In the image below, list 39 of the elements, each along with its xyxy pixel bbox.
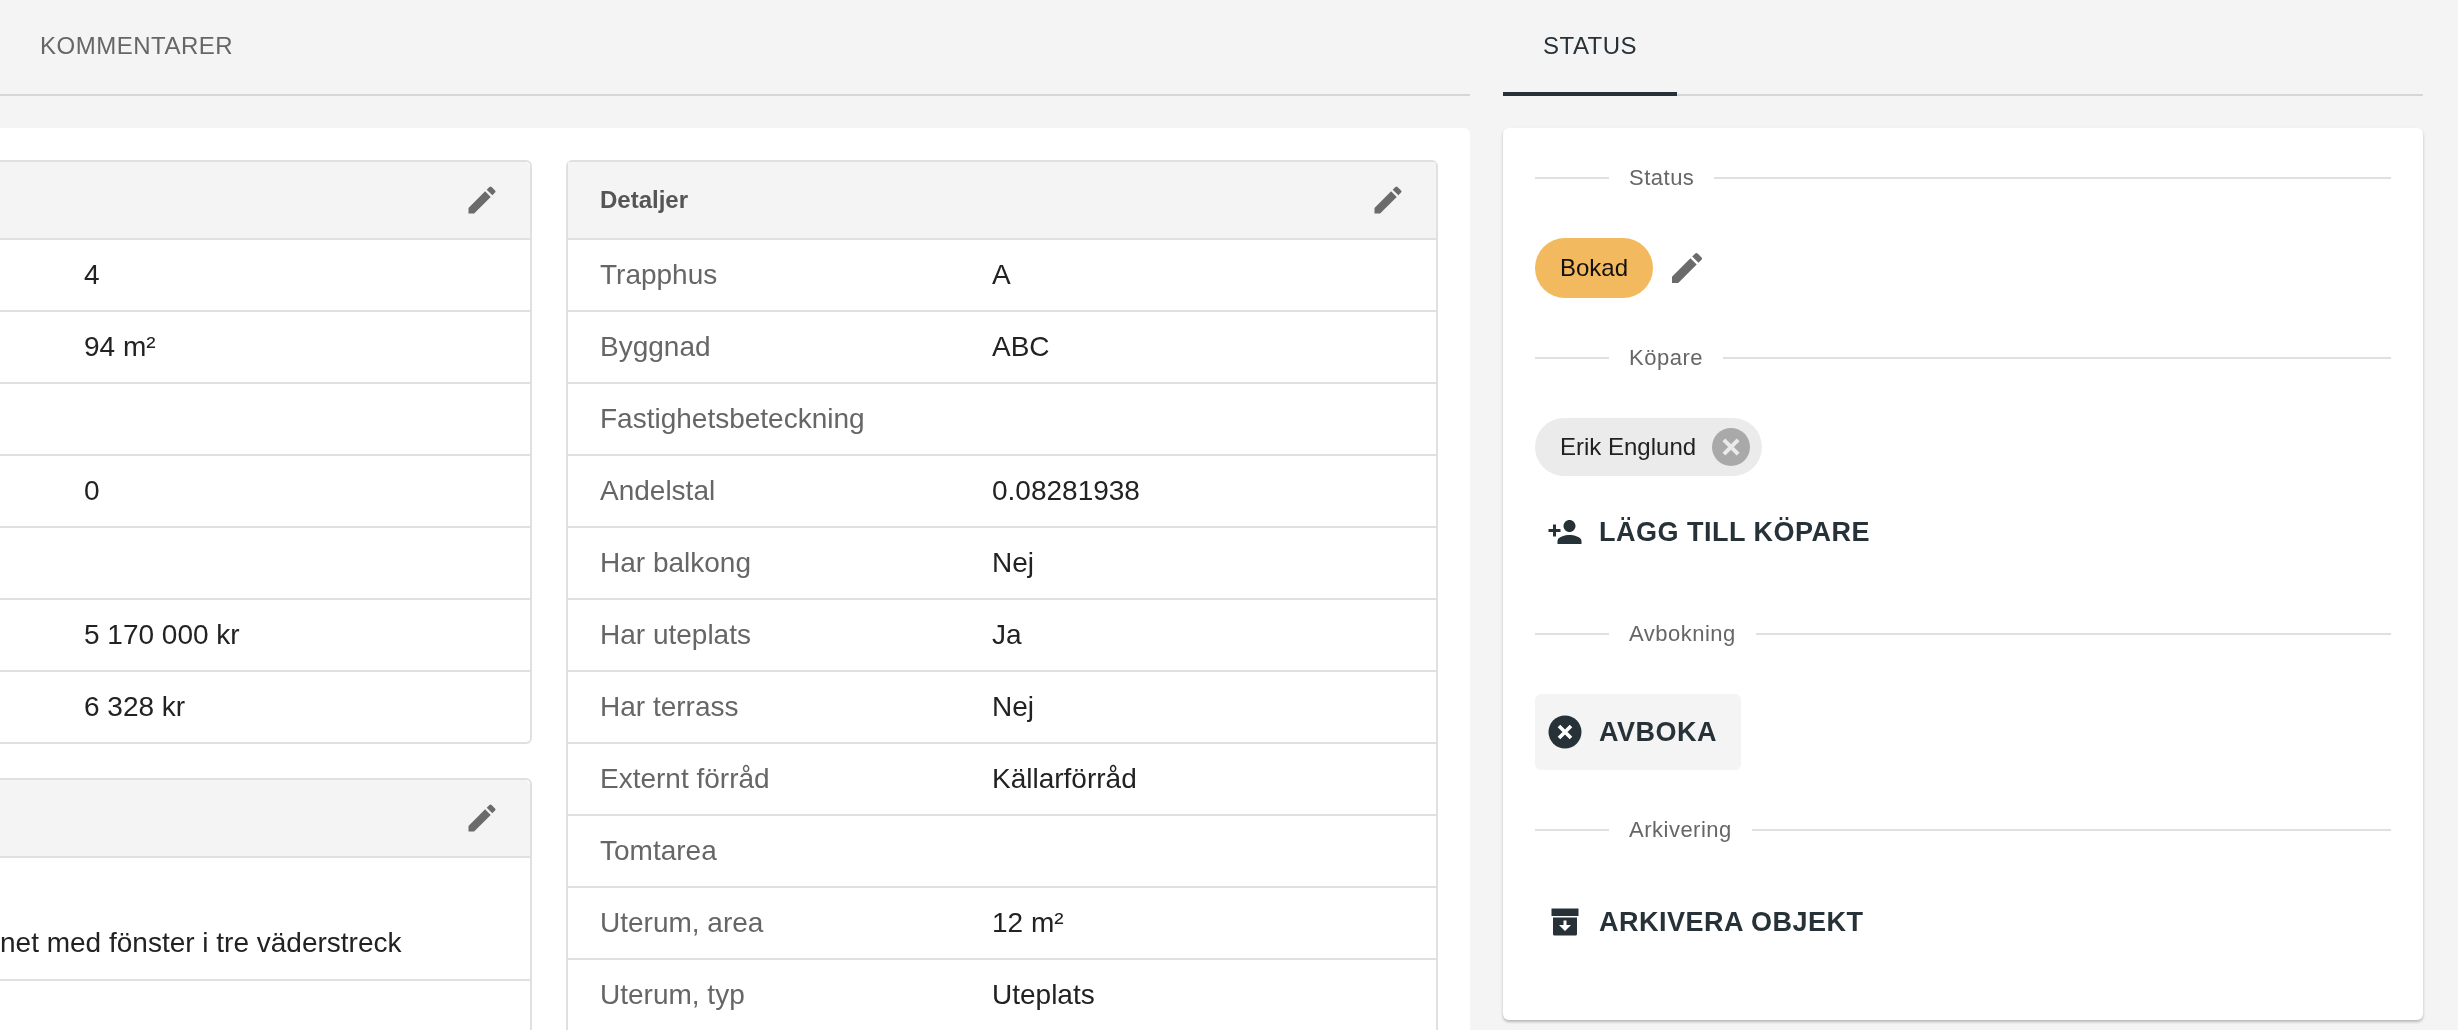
field-label: Har terrass <box>600 691 740 723</box>
status-chip: Bokad <box>1535 238 1654 298</box>
buyer-name: Erik Englund <box>1560 433 1697 461</box>
field-label: Externt förråd <box>600 763 771 795</box>
field-value: 12 m² <box>992 907 1064 939</box>
section-heading: Köpare <box>1629 345 1703 371</box>
value-text: 94 m² <box>83 331 156 363</box>
value-text: 6 328 kr <box>83 691 186 723</box>
field-value: Uteplats <box>992 979 1095 1011</box>
field-value: Nej <box>992 547 1034 579</box>
field-value: ABC <box>992 331 1050 363</box>
section-heading: Arkivering <box>1629 817 1732 843</box>
close-circle-icon <box>1547 714 1583 750</box>
cancel-button[interactable]: AVBOKA <box>1535 694 1741 770</box>
archive-button[interactable]: ARKIVERA OBJEKT <box>1535 890 1876 954</box>
field-label: Har uteplats <box>600 619 752 651</box>
field-label: Har balkong <box>600 547 752 579</box>
field-value: Källarförråd <box>992 763 1137 795</box>
field-label: Trapphus <box>600 259 719 291</box>
field-label: Uterum, area <box>600 907 765 939</box>
section-heading: Status <box>1629 165 1695 191</box>
card-title: Detaljer <box>600 186 689 214</box>
value-text: net med fönster i tre väderstreck <box>0 927 402 959</box>
field-label: Byggnad <box>600 331 712 363</box>
field-label: Fastighetsbeteckning <box>600 403 866 435</box>
field-value: Nej <box>992 691 1034 723</box>
tab[interactable]: KOMMENTARER <box>0 0 274 96</box>
value-text: 0 <box>83 475 100 507</box>
field-value: A <box>992 259 1011 291</box>
field-label: Uterum, typ <box>600 979 746 1011</box>
value-text: 4 <box>83 259 100 291</box>
section-heading: Avbokning <box>1629 621 1736 647</box>
tab[interactable]: STATUS <box>1503 0 1678 96</box>
field-label: Tomtarea <box>600 835 718 867</box>
field-label: Andelstal <box>600 475 717 507</box>
field-value: Ja <box>992 619 1022 651</box>
add-buyer-button[interactable]: LÄGG TILL KÖPARE <box>1535 500 1882 564</box>
field-value: 0.08281938 <box>992 475 1140 507</box>
value-text: 5 170 000 kr <box>83 619 240 651</box>
